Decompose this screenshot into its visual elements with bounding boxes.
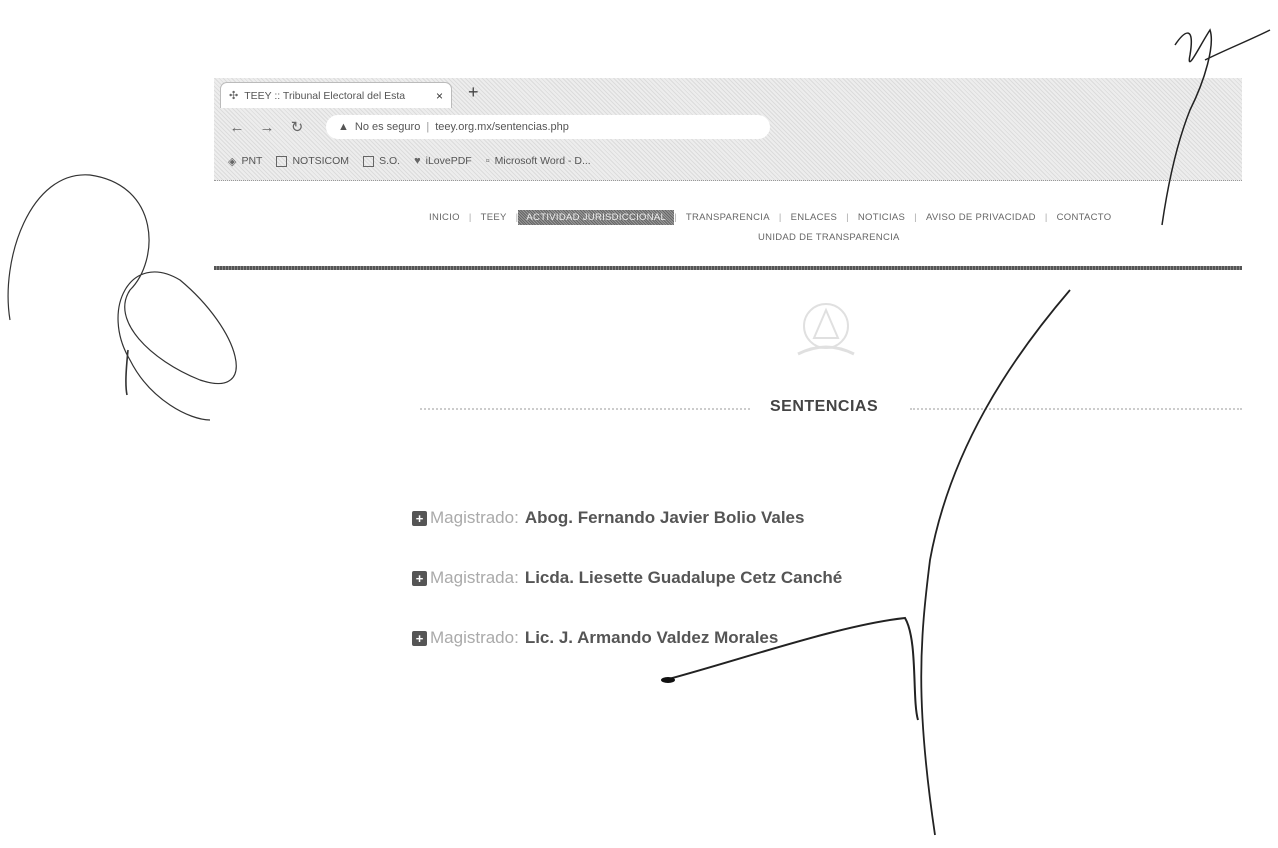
nav-actividad-jurisdiccional[interactable]: ACTIVIDAD JURISDICCIONAL (518, 210, 675, 225)
forward-arrow-icon[interactable]: → (258, 119, 276, 136)
tab-strip: ✣ TEEY :: Tribunal Electoral del Esta × … (214, 78, 1242, 108)
bookmarks-bar: ◈ PNT NOTSICOM S.O. ♥ iLovePDF ▫ Microso… (214, 146, 1242, 176)
magistrate-item[interactable]: + Magistrado: Abog. Fernando Javier Boli… (412, 505, 842, 531)
magistrate-name: Abog. Fernando Javier Bolio Vales (524, 508, 805, 527)
section-header: SENTENCIAS (420, 398, 1242, 422)
signature-left-tail (125, 349, 129, 396)
magistrate-role: Magistrada: (430, 568, 519, 587)
magistrates-list: + Magistrado: Abog. Fernando Javier Boli… (412, 505, 842, 685)
magistrate-item[interactable]: + Magistrada: Licda. Liesette Guadalupe … (412, 565, 842, 591)
nav-inicio[interactable]: INICIO (420, 212, 469, 223)
browser-tab[interactable]: ✣ TEEY :: Tribunal Electoral del Esta × (220, 82, 452, 108)
expand-plus-icon[interactable]: + (412, 630, 427, 646)
address-divider: | (426, 121, 430, 133)
site-favicon-icon: ✣ (229, 90, 239, 102)
dotted-divider-left (420, 408, 750, 410)
page-title: SENTENCIAS (770, 398, 879, 415)
nav-noticias[interactable]: NOTICIAS (849, 212, 914, 223)
expand-plus-icon[interactable]: + (412, 510, 427, 526)
site-navigation: INICIO | TEEY | ACTIVIDAD JURISDICCIONAL… (420, 210, 1242, 250)
bookmark-label: Microsoft Word - D... (494, 155, 591, 167)
document-icon: ▫ (485, 155, 490, 167)
bookmark-label: iLovePDF (425, 155, 472, 167)
magistrate-item[interactable]: + Magistrado: Lic. J. Armando Valdez Mor… (412, 625, 842, 651)
tab-close-icon[interactable]: × (436, 89, 443, 103)
nav-enlaces[interactable]: ENLACES (782, 212, 846, 223)
warning-triangle-icon: ▲ (338, 121, 349, 133)
bookmark-ilovepdf[interactable]: ♥ iLovePDF (414, 155, 472, 167)
url-text: teey.org.mx/sentencias.php (435, 121, 569, 133)
back-arrow-icon[interactable]: ← (228, 119, 246, 136)
signature-bottom (920, 289, 1071, 836)
nav-unidad-transparencia[interactable]: UNIDAD DE TRANSPARENCIA (758, 232, 900, 243)
nav-aviso-privacidad[interactable]: AVISO DE PRIVACIDAD (917, 212, 1045, 223)
magistrate-name: Lic. J. Armando Valdez Morales (524, 628, 779, 647)
nav-teey[interactable]: TEEY (472, 212, 516, 223)
bookmark-pnt[interactable]: ◈ PNT (228, 155, 262, 168)
browser-toolbar: ← → ↻ ▲ No es seguro | teey.org.mx/sente… (214, 110, 1242, 144)
signature-left (7, 174, 237, 421)
bookmark-word-doc[interactable]: ▫ Microsoft Word - D... (486, 155, 591, 167)
bookmark-label: NOTSICOM (292, 155, 350, 167)
magistrate-role: Magistrado: (430, 508, 519, 527)
nav-row: INICIO | TEEY | ACTIVIDAD JURISDICCIONAL… (420, 210, 1242, 225)
nav-transparencia[interactable]: TRANSPARENCIA (677, 212, 779, 223)
header-divider (214, 266, 1242, 270)
nav-contacto[interactable]: CONTACTO (1048, 212, 1121, 223)
magistrate-role: Magistrado: (430, 628, 519, 647)
bookmark-notsicom[interactable]: NOTSICOM (276, 155, 349, 167)
bookmark-so[interactable]: S.O. (363, 155, 400, 167)
bookmark-label: PNT (241, 155, 263, 167)
tribunal-logo-icon (797, 303, 855, 356)
new-tab-button[interactable]: + (468, 82, 479, 103)
bookmark-square-icon (276, 155, 288, 167)
expand-plus-icon[interactable]: + (412, 570, 427, 586)
bookmark-square-icon (363, 155, 375, 167)
address-bar[interactable]: ▲ No es seguro | teey.org.mx/sentencias.… (326, 115, 770, 139)
bookmark-label: S.O. (379, 155, 401, 167)
pnt-icon: ◈ (228, 155, 237, 168)
tab-title: TEEY :: Tribunal Electoral del Esta (244, 89, 406, 102)
magistrate-name: Licda. Liesette Guadalupe Cetz Canché (524, 568, 843, 587)
browser-window-chrome: ✣ TEEY :: Tribunal Electoral del Esta × … (214, 78, 1242, 181)
heart-icon: ♥ (414, 155, 421, 167)
dotted-divider-right (910, 408, 1242, 410)
security-status: No es seguro (354, 121, 421, 133)
reload-icon[interactable]: ↻ (288, 118, 306, 136)
